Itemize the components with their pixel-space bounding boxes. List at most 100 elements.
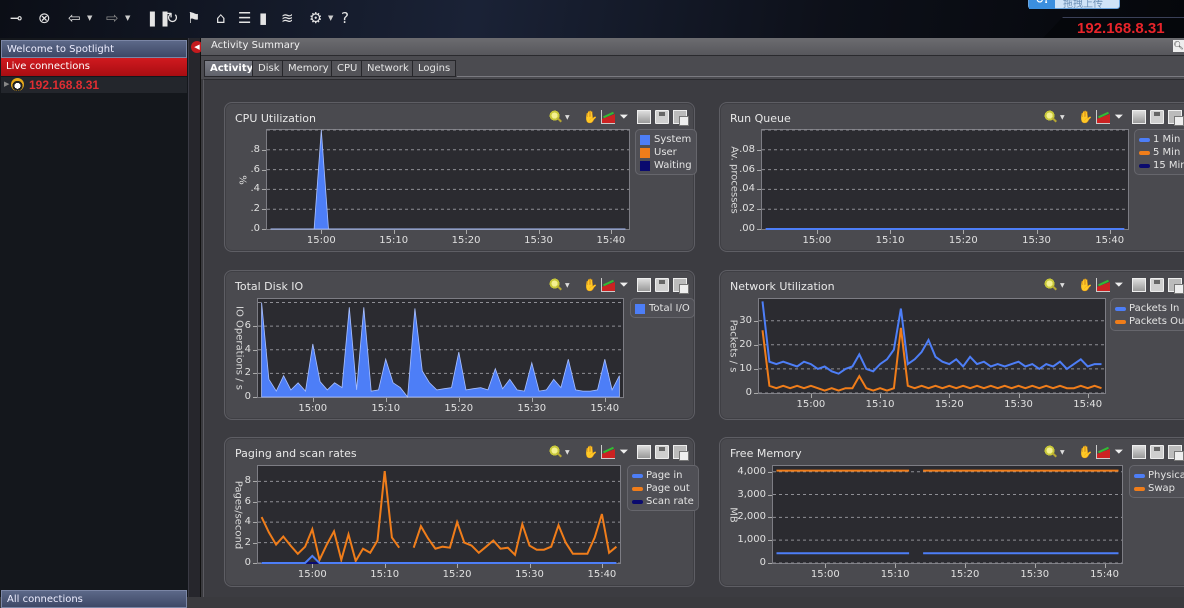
- save-icon[interactable]: [655, 445, 669, 459]
- save-icon[interactable]: [655, 278, 669, 292]
- legend-item[interactable]: Page out: [632, 482, 694, 495]
- disconnect-icon[interactable]: ⊗: [38, 9, 51, 27]
- filter-icon[interactable]: ⏷: [617, 445, 631, 459]
- dropdown-icon[interactable]: ▼: [1060, 114, 1066, 128]
- expand-arrow-icon[interactable]: ▶: [4, 80, 9, 88]
- chart-plot-area[interactable]: .0 .2 .4 .6 .8 15:00 15:10 15:20 15:30 15:40%: [237, 129, 630, 246]
- flag-icon[interactable]: ⚑: [187, 9, 200, 27]
- connect-icon[interactable]: ⊸: [10, 9, 23, 27]
- legend-item[interactable]: Page in: [632, 469, 694, 482]
- legend-item[interactable]: Packets Out: [1115, 315, 1184, 328]
- save-icon[interactable]: [655, 110, 669, 124]
- filter-icon[interactable]: ⏷: [1112, 278, 1126, 292]
- hand-icon[interactable]: ✋: [583, 445, 598, 459]
- copy-icon[interactable]: [1168, 278, 1184, 294]
- chart-type-icon[interactable]: [1096, 110, 1110, 124]
- chart-plot-area[interactable]: 0 10 20 30 15:00 15:10 15:20 15:30 15:40 Packets …: [728, 298, 1106, 410]
- filter-icon[interactable]: ⏷: [617, 110, 631, 124]
- window-icon[interactable]: [637, 445, 651, 459]
- legend-item[interactable]: Packets In: [1115, 302, 1184, 315]
- legend-item[interactable]: 5 Min: [1139, 146, 1184, 159]
- legend-item[interactable]: Scan rate: [632, 495, 694, 508]
- dropdown-icon[interactable]: ▼: [1060, 282, 1066, 296]
- hand-icon[interactable]: ✋: [1078, 110, 1093, 124]
- sidebar-all-connections[interactable]: All connections: [1, 590, 187, 608]
- window-icon[interactable]: [637, 278, 651, 292]
- refresh-icon[interactable]: ↻: [166, 9, 179, 27]
- tab-disk[interactable]: Disk: [252, 60, 286, 77]
- window-icon[interactable]: [637, 110, 651, 124]
- zoom-icon[interactable]: [1044, 110, 1058, 124]
- copy-icon[interactable]: [1168, 445, 1184, 461]
- copy-icon[interactable]: [673, 278, 689, 294]
- zoom-icon[interactable]: [1044, 278, 1058, 292]
- legend-item[interactable]: Physical: [1134, 469, 1184, 482]
- dropdown-arrow-icon[interactable]: ▼: [87, 14, 92, 22]
- chart-type-icon[interactable]: [1096, 278, 1110, 292]
- tab-activity[interactable]: Activity: [204, 60, 260, 77]
- database-icon[interactable]: ≋: [281, 9, 294, 27]
- list-icon[interactable]: ☰: [238, 9, 251, 27]
- tab-memory[interactable]: Memory: [282, 60, 335, 77]
- legend-item[interactable]: 15 Min: [1139, 159, 1184, 172]
- forward-icon[interactable]: ⇨: [106, 9, 119, 27]
- sidebar-live-connections[interactable]: Live connections: [1, 58, 187, 76]
- settings-icon[interactable]: ⚙: [309, 9, 322, 27]
- filter-icon[interactable]: ⏷: [1112, 445, 1126, 459]
- dropdown-icon[interactable]: ▼: [565, 282, 571, 296]
- zoom-icon[interactable]: [549, 278, 563, 292]
- search-icon[interactable]: 🔍︎: [1173, 40, 1184, 52]
- window-icon[interactable]: [1132, 445, 1146, 459]
- chart-plot-area[interactable]: 0 1,000 2,000 3,000 4,000 15:00 15:10 15:20 15:3…: [728, 465, 1123, 580]
- sidebar-splitter[interactable]: ◀: [188, 38, 203, 597]
- dropdown-arrow-icon[interactable]: ▼: [125, 14, 130, 22]
- chart-legend: System User Waiting: [635, 129, 697, 175]
- sidebar-welcome[interactable]: Welcome to Spotlight: [1, 40, 187, 58]
- tab-cpu[interactable]: CPU: [331, 60, 364, 77]
- legend-item[interactable]: Total I/O: [635, 302, 690, 315]
- legend-item[interactable]: User: [640, 146, 692, 159]
- upload-tab[interactable]: ↻! 拖拽上传: [1028, 0, 1120, 10]
- x-tick-mark: [890, 230, 892, 234]
- zoom-icon[interactable]: [549, 445, 563, 459]
- dropdown-icon[interactable]: ▼: [565, 449, 571, 463]
- chart-type-icon[interactable]: [601, 278, 615, 292]
- copy-icon[interactable]: [673, 445, 689, 461]
- hand-icon[interactable]: ✋: [583, 278, 598, 292]
- hand-icon[interactable]: ✋: [1078, 278, 1093, 292]
- chart-plot-area[interactable]: 0 2 4 6 15:00 15:10 15:20 15:30 15:40 IO Operatio…: [234, 298, 624, 414]
- bar-chart-icon[interactable]: ▮: [259, 9, 267, 27]
- save-icon[interactable]: [1150, 278, 1164, 292]
- back-icon[interactable]: ⇦: [68, 9, 81, 27]
- dropdown-icon[interactable]: ▼: [565, 114, 571, 128]
- legend-item[interactable]: Waiting: [640, 159, 692, 172]
- legend-item[interactable]: Swap: [1134, 482, 1184, 495]
- window-icon[interactable]: [1132, 110, 1146, 124]
- save-icon[interactable]: [1150, 445, 1164, 459]
- help-icon[interactable]: ?: [341, 9, 349, 27]
- hand-icon[interactable]: ✋: [1078, 445, 1093, 459]
- window-icon[interactable]: [1132, 278, 1146, 292]
- y-tick-mark: [754, 344, 758, 346]
- chart-type-icon[interactable]: [601, 110, 615, 124]
- zoom-icon[interactable]: [549, 110, 563, 124]
- tab-logins[interactable]: Logins: [412, 60, 457, 77]
- hand-icon[interactable]: ✋: [583, 110, 598, 124]
- zoom-icon[interactable]: [1044, 445, 1058, 459]
- filter-icon[interactable]: ⏷: [1112, 110, 1126, 124]
- filter-icon[interactable]: ⏷: [617, 278, 631, 292]
- legend-item[interactable]: System: [640, 133, 692, 146]
- chart-type-icon[interactable]: [1096, 445, 1110, 459]
- save-icon[interactable]: [1150, 110, 1164, 124]
- home-icon[interactable]: ⌂: [216, 9, 226, 27]
- copy-icon[interactable]: [1168, 110, 1184, 126]
- legend-item[interactable]: 1 Min: [1139, 133, 1184, 146]
- dropdown-icon[interactable]: ▼: [1060, 449, 1066, 463]
- copy-icon[interactable]: [673, 110, 689, 126]
- tab-network[interactable]: Network: [361, 60, 415, 77]
- chart-type-icon[interactable]: [601, 445, 615, 459]
- chart-plot-area[interactable]: 0 2 4 6 8 15:00 15:10 15:20 15:30 15:40 Pages/seco…: [233, 465, 621, 580]
- connection-item[interactable]: ▶ 192.168.8.31: [1, 77, 187, 93]
- chart-plot-area[interactable]: .00.02.04.06.08 15:00 15:10 15:20 15:30 15:40…: [729, 129, 1129, 246]
- dropdown-arrow-icon[interactable]: ▼: [328, 14, 333, 22]
